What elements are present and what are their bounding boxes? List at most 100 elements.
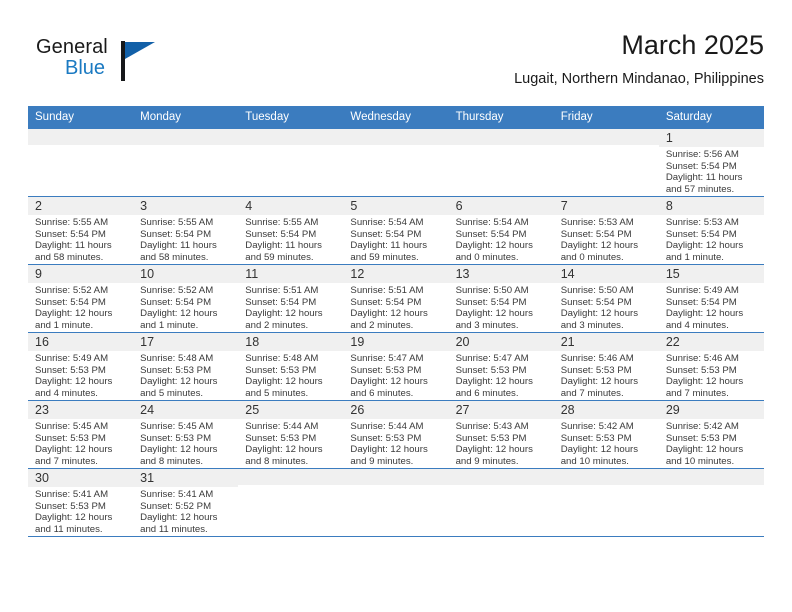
calendar-day-cell[interactable]: 12 Sunrise: 5:51 AM Sunset: 5:54 PM Dayligh…: [343, 264, 449, 333]
calendar-day-cell[interactable]: 23 Sunrise: 5:45 AM Sunset: 5:53 PM Dayligh…: [28, 400, 134, 469]
day-details: Sunrise: 5:55 AM Sunset: 5:54 PM Daylight:…: [133, 215, 238, 263]
sunrise-text: Sunrise: 5:56 AM: [665, 149, 739, 160]
day-details: Sunrise: 5:53 AM Sunset: 5:54 PM Daylight:…: [659, 215, 764, 263]
calendar-day-cell[interactable]: 22 Sunrise: 5:46 AM Sunset: 5:53 PM Dayligh…: [658, 332, 764, 401]
sunset-text: Sunset: 5:53 PM: [560, 364, 632, 376]
day-details: Sunrise: 5:52 AM Sunset: 5:54 PM Daylight:…: [28, 283, 133, 331]
day-number: 23: [28, 401, 134, 419]
calendar-day-cell[interactable]: 8 Sunrise: 5:53 AM Sunset: 5:54 PM Daylight…: [658, 196, 764, 265]
sunrise-text: Sunrise: 5:44 AM: [350, 421, 424, 432]
calendar-page: General Blue March 2025 Lugait, Northern…: [0, 0, 792, 612]
daylight-text: Daylight: 12 hours and 3 minutes.: [560, 308, 639, 331]
day-number: 27: [448, 401, 554, 419]
empty-daynum-strip: [343, 469, 449, 485]
sunrise-text: Sunrise: 5:47 AM: [350, 353, 424, 364]
day-details: Sunrise: 5:48 AM Sunset: 5:53 PM Daylight:…: [133, 351, 238, 399]
day-number: 15: [658, 265, 764, 283]
day-cell-inner: 19 Sunrise: 5:47 AM Sunset: 5:53 PM Dayligh…: [343, 333, 449, 400]
calendar-day-cell[interactable]: 18 Sunrise: 5:48 AM Sunset: 5:53 PM Dayligh…: [238, 332, 344, 401]
calendar-day-cell[interactable]: 15 Sunrise: 5:49 AM Sunset: 5:54 PM Dayligh…: [658, 264, 764, 333]
day-details: Sunrise: 5:48 AM Sunset: 5:53 PM Daylight:…: [238, 351, 343, 399]
calendar-day-cell[interactable]: 20 Sunrise: 5:47 AM Sunset: 5:53 PM Dayligh…: [448, 332, 554, 401]
calendar-day-cell[interactable]: 28 Sunrise: 5:42 AM Sunset: 5:53 PM Dayligh…: [553, 400, 659, 469]
sunrise-text: Sunrise: 5:51 AM: [245, 285, 319, 296]
day-details: Sunrise: 5:47 AM Sunset: 5:53 PM Daylight:…: [449, 351, 554, 399]
calendar-day-cell[interactable]: 30 Sunrise: 5:41 AM Sunset: 5:53 PM Dayligh…: [28, 468, 134, 537]
sunrise-text: Sunrise: 5:47 AM: [455, 353, 529, 364]
daylight-text: Daylight: 12 hours and 6 minutes.: [350, 376, 428, 399]
sunset-text: Sunset: 5:53 PM: [35, 364, 106, 376]
day-cell-inner: 28 Sunrise: 5:42 AM Sunset: 5:53 PM Dayligh…: [553, 401, 659, 468]
calendar-day-cell[interactable]: 10 Sunrise: 5:52 AM Sunset: 5:54 PM Dayligh…: [133, 264, 239, 333]
day-number: 26: [343, 401, 449, 419]
sunset-text: Sunset: 5:54 PM: [665, 296, 737, 308]
sunrise-text: Sunrise: 5:49 AM: [35, 353, 109, 364]
daylight-text: Daylight: 11 hours and 58 minutes.: [140, 240, 217, 263]
sunset-text: Sunset: 5:53 PM: [350, 432, 422, 444]
sunrise-text: Sunrise: 5:51 AM: [350, 285, 424, 296]
day-cell-inner: 2 Sunrise: 5:55 AM Sunset: 5:54 PM Daylight…: [28, 197, 134, 264]
empty-daynum-strip: [553, 129, 659, 145]
page-title: March 2025: [621, 30, 764, 60]
day-details: Sunrise: 5:54 AM Sunset: 5:54 PM Daylight:…: [343, 215, 448, 263]
day-details: Sunrise: 5:55 AM Sunset: 5:54 PM Daylight:…: [238, 215, 343, 263]
day-details: Sunrise: 5:49 AM Sunset: 5:53 PM Daylight:…: [28, 351, 133, 399]
day-cell-inner: 29 Sunrise: 5:42 AM Sunset: 5:53 PM Dayligh…: [658, 401, 764, 468]
calendar-day-cell[interactable]: 16 Sunrise: 5:49 AM Sunset: 5:53 PM Dayligh…: [28, 332, 134, 401]
sunrise-text: Sunrise: 5:48 AM: [245, 353, 319, 364]
day-cell-inner: 25 Sunrise: 5:44 AM Sunset: 5:53 PM Dayligh…: [238, 401, 344, 468]
calendar-day-cell[interactable]: 29 Sunrise: 5:42 AM Sunset: 5:53 PM Dayligh…: [658, 400, 764, 469]
sunrise-text: Sunrise: 5:49 AM: [665, 285, 739, 296]
sunrise-text: Sunrise: 5:42 AM: [560, 421, 634, 432]
daylight-text: Daylight: 11 hours and 57 minutes.: [665, 172, 743, 195]
daylight-text: Daylight: 12 hours and 4 minutes.: [35, 376, 113, 399]
sunset-text: Sunset: 5:54 PM: [560, 296, 632, 308]
sunset-text: Sunset: 5:53 PM: [665, 364, 737, 376]
empty-daynum-strip: [238, 469, 344, 485]
calendar-day-cell[interactable]: 17 Sunrise: 5:48 AM Sunset: 5:53 PM Dayligh…: [133, 332, 239, 401]
calendar-day-cell[interactable]: 14 Sunrise: 5:50 AM Sunset: 5:54 PM Dayligh…: [553, 264, 659, 333]
daylight-text: Daylight: 12 hours and 10 minutes.: [560, 444, 639, 467]
day-details: Sunrise: 5:44 AM Sunset: 5:53 PM Daylight:…: [238, 419, 343, 467]
page-header: General Blue March 2025 Lugait, Northern…: [28, 28, 764, 98]
calendar-day-cell[interactable]: 5 Sunrise: 5:54 AM Sunset: 5:54 PM Daylight…: [343, 196, 449, 265]
calendar-day-cell[interactable]: 7 Sunrise: 5:53 AM Sunset: 5:54 PM Daylight…: [553, 196, 659, 265]
day-details: Sunrise: 5:50 AM Sunset: 5:54 PM Daylight:…: [449, 283, 554, 331]
calendar-day-cell[interactable]: 6 Sunrise: 5:54 AM Sunset: 5:54 PM Daylight…: [448, 196, 554, 265]
day-cell-inner: 26 Sunrise: 5:44 AM Sunset: 5:53 PM Dayligh…: [343, 401, 449, 468]
sunset-text: Sunset: 5:52 PM: [140, 500, 212, 512]
calendar-week-row: 23 Sunrise: 5:45 AM Sunset: 5:53 PM Dayligh…: [28, 400, 764, 469]
calendar-week-row: 16 Sunrise: 5:49 AM Sunset: 5:53 PM Dayligh…: [28, 332, 764, 401]
day-number: 16: [28, 333, 134, 351]
day-details: Sunrise: 5:50 AM Sunset: 5:54 PM Daylight:…: [554, 283, 659, 331]
flag-icon: [121, 39, 155, 81]
calendar-day-cell[interactable]: 4 Sunrise: 5:55 AM Sunset: 5:54 PM Daylight…: [238, 196, 344, 265]
daylight-text: Daylight: 12 hours and 6 minutes.: [455, 376, 533, 399]
calendar-day-cell[interactable]: 9 Sunrise: 5:52 AM Sunset: 5:54 PM Daylight…: [28, 264, 134, 333]
calendar-day-cell[interactable]: 19 Sunrise: 5:47 AM Sunset: 5:53 PM Dayligh…: [343, 332, 449, 401]
calendar-day-cell[interactable]: 31 Sunrise: 5:41 AM Sunset: 5:52 PM Dayligh…: [133, 468, 239, 537]
calendar-day-cell[interactable]: 26 Sunrise: 5:44 AM Sunset: 5:53 PM Dayligh…: [343, 400, 449, 469]
calendar-day-cell[interactable]: 1 Sunrise: 5:56 AM Sunset: 5:54 PM Daylight…: [658, 128, 764, 197]
daylight-text: Daylight: 11 hours and 58 minutes.: [35, 240, 112, 263]
day-details: Sunrise: 5:53 AM Sunset: 5:54 PM Daylight:…: [554, 215, 659, 263]
day-number: 6: [448, 197, 554, 215]
day-cell-inner: 7 Sunrise: 5:53 AM Sunset: 5:54 PM Daylight…: [553, 197, 659, 264]
day-number: 17: [133, 333, 239, 351]
calendar-day-cell[interactable]: 11 Sunrise: 5:51 AM Sunset: 5:54 PM Dayligh…: [238, 264, 344, 333]
sunrise-text: Sunrise: 5:53 AM: [560, 217, 634, 228]
sunset-text: Sunset: 5:54 PM: [35, 296, 106, 308]
calendar-day-cell[interactable]: 27 Sunrise: 5:43 AM Sunset: 5:53 PM Dayligh…: [448, 400, 554, 469]
calendar-day-cell[interactable]: 13 Sunrise: 5:50 AM Sunset: 5:54 PM Dayligh…: [448, 264, 554, 333]
calendar-day-cell[interactable]: 24 Sunrise: 5:45 AM Sunset: 5:53 PM Dayligh…: [133, 400, 239, 469]
calendar-day-cell[interactable]: 21 Sunrise: 5:46 AM Sunset: 5:53 PM Dayligh…: [553, 332, 659, 401]
calendar-day-cell[interactable]: 3 Sunrise: 5:55 AM Sunset: 5:54 PM Daylight…: [133, 196, 239, 265]
empty-daynum-strip: [28, 129, 134, 145]
daylight-text: Daylight: 12 hours and 2 minutes.: [350, 308, 428, 331]
day-cell-inner: 3 Sunrise: 5:55 AM Sunset: 5:54 PM Daylight…: [133, 197, 239, 264]
calendar-day-cell[interactable]: 25 Sunrise: 5:44 AM Sunset: 5:53 PM Dayligh…: [238, 400, 344, 469]
day-details: Sunrise: 5:42 AM Sunset: 5:53 PM Daylight:…: [554, 419, 659, 467]
general-blue-logo[interactable]: General Blue: [36, 36, 156, 88]
weekday-header-saturday: Saturday: [658, 106, 764, 129]
calendar-day-cell[interactable]: 2 Sunrise: 5:55 AM Sunset: 5:54 PM Daylight…: [28, 196, 134, 265]
